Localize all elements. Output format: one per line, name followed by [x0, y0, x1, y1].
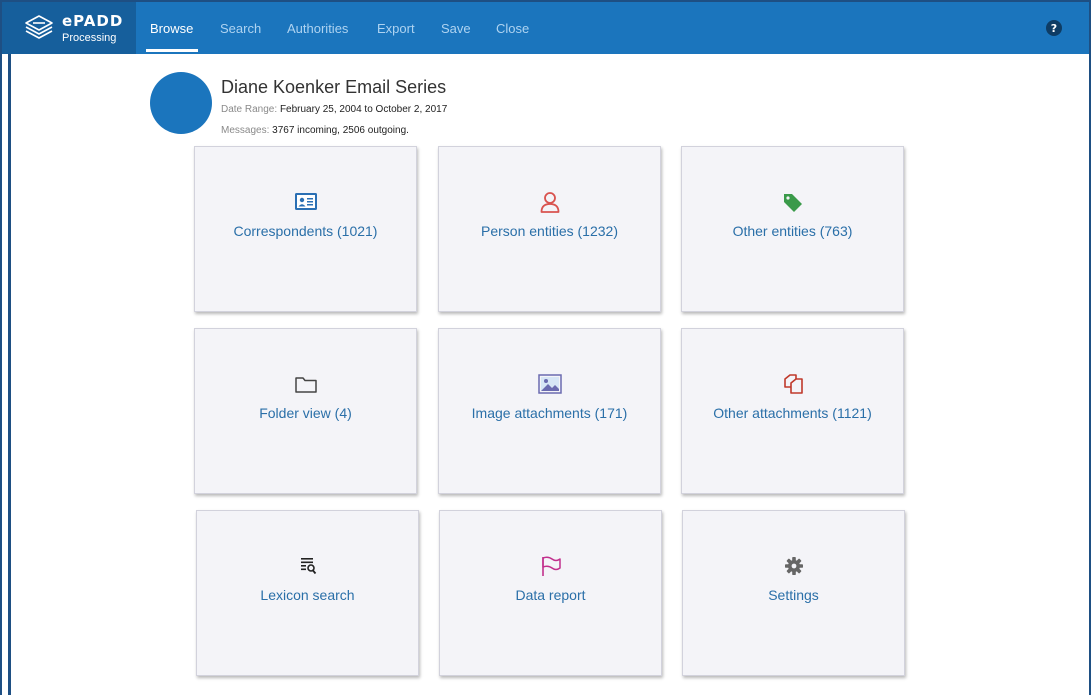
- tile-data-report[interactable]: Data report: [439, 510, 662, 676]
- tile-correspondents[interactable]: Correspondents (1021): [194, 146, 417, 312]
- messages-value: 3767 incoming, 2506 outgoing.: [272, 125, 409, 136]
- tile-label: Image attachments (171): [471, 405, 628, 421]
- nav-close[interactable]: Close: [496, 21, 529, 36]
- active-tab-indicator: [146, 49, 198, 52]
- correspondents-card-icon: [294, 193, 317, 210]
- tile-label: Data report: [515, 587, 586, 603]
- lexicon-search-icon: [300, 558, 316, 575]
- collection-avatar: [150, 72, 212, 134]
- tile-label: Other entities (763): [732, 223, 853, 239]
- tile-label: Settings: [768, 587, 819, 603]
- nav-save[interactable]: Save: [441, 21, 471, 36]
- message-counts: Messages: 3767 incoming, 2506 outgoing.: [221, 125, 409, 136]
- attachments-icon: [783, 374, 803, 394]
- nav-browse[interactable]: Browse: [150, 21, 193, 36]
- date-range: Date Range: February 25, 2004 to October…: [221, 104, 447, 115]
- nav-search[interactable]: Search: [220, 21, 261, 36]
- nav-authorities[interactable]: Authorities: [287, 21, 348, 36]
- nav-export[interactable]: Export: [377, 21, 415, 36]
- tile-other-entities[interactable]: Other entities (763): [681, 146, 904, 312]
- person-icon: [540, 192, 559, 213]
- svg-text:?: ?: [1051, 22, 1057, 35]
- tile-folder-view[interactable]: Folder view (4): [194, 328, 417, 494]
- tile-person-entities[interactable]: Person entities (1232): [438, 146, 661, 312]
- tile-image-attachments[interactable]: Image attachments (171): [438, 328, 661, 494]
- flag-icon: [541, 556, 561, 576]
- logo-name: ePADD: [62, 12, 124, 30]
- tile-label: Lexicon search: [260, 587, 355, 603]
- tile-lexicon-search[interactable]: Lexicon search: [196, 510, 419, 676]
- tile-label: Person entities (1232): [481, 223, 618, 239]
- left-border: [8, 54, 11, 695]
- app-logo[interactable]: ePADD Processing: [2, 2, 136, 54]
- layers-logo-icon: [25, 15, 53, 39]
- help-icon[interactable]: ?: [1046, 20, 1062, 36]
- collection-title: Diane Koenker Email Series: [221, 77, 447, 97]
- tile-settings[interactable]: Settings: [682, 510, 905, 676]
- tile-label: Correspondents (1021): [233, 223, 378, 239]
- top-navbar: ePADD Processing Browse Search Authoriti…: [2, 2, 1089, 54]
- date-range-label: Date Range:: [221, 104, 278, 115]
- image-icon: [537, 374, 562, 394]
- gear-icon: [784, 557, 803, 575]
- tile-label: Other attachments (1121): [713, 405, 872, 421]
- tile-other-attachments[interactable]: Other attachments (1121): [681, 328, 904, 494]
- date-range-value: February 25, 2004 to October 2, 2017: [279, 104, 448, 115]
- tile-label: Folder view (4): [259, 405, 352, 421]
- tag-icon: [783, 194, 802, 212]
- folder-icon: [294, 377, 317, 393]
- messages-label: Messages:: [221, 125, 270, 136]
- logo-subtitle: Processing: [62, 32, 117, 44]
